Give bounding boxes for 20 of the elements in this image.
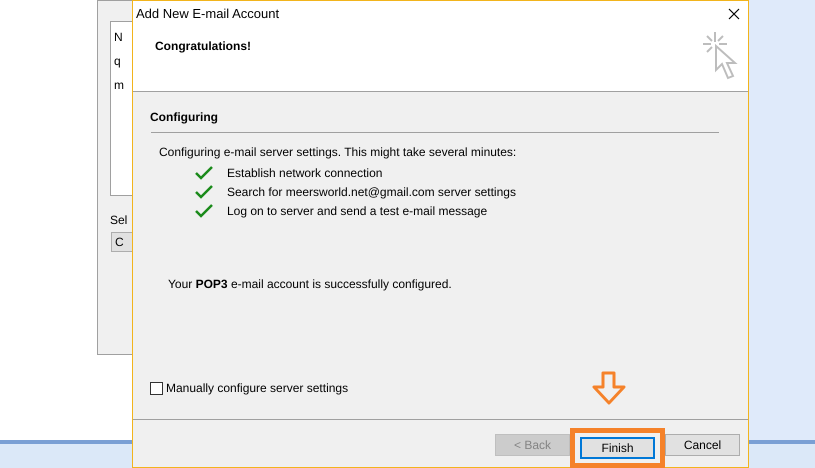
step-text: Establish network connection [227, 165, 382, 182]
list-text: m [114, 77, 125, 94]
intro-text: Configuring e-mail server settings. This might take several minutes: [159, 144, 518, 161]
label-text: Sel [110, 212, 128, 229]
step-text: Search for meersworld.net@gmail.com server settings [227, 184, 516, 201]
list-text: q [114, 53, 122, 70]
dialog-button[interactable]: Finish [580, 436, 655, 458]
close-button[interactable] [726, 6, 742, 22]
down-arrow-icon [592, 371, 628, 406]
close-icon [728, 8, 740, 20]
cursor-icon [703, 32, 739, 81]
result-text: Your POP3 e-mail account is successfully configured. [168, 276, 453, 293]
section-title: Configuring [150, 109, 219, 126]
list-text: N [114, 29, 124, 46]
window-title: Add New E-mail Account [136, 4, 280, 23]
checkbox[interactable] [150, 382, 163, 394]
dialog-heading: Congratulations! [155, 38, 251, 55]
step-text: Log on to server and send a test e-mail message [227, 203, 488, 220]
dialog-button[interactable]: Cancel [665, 434, 740, 456]
checkbox-label[interactable]: Manually configure server settings [166, 379, 348, 397]
